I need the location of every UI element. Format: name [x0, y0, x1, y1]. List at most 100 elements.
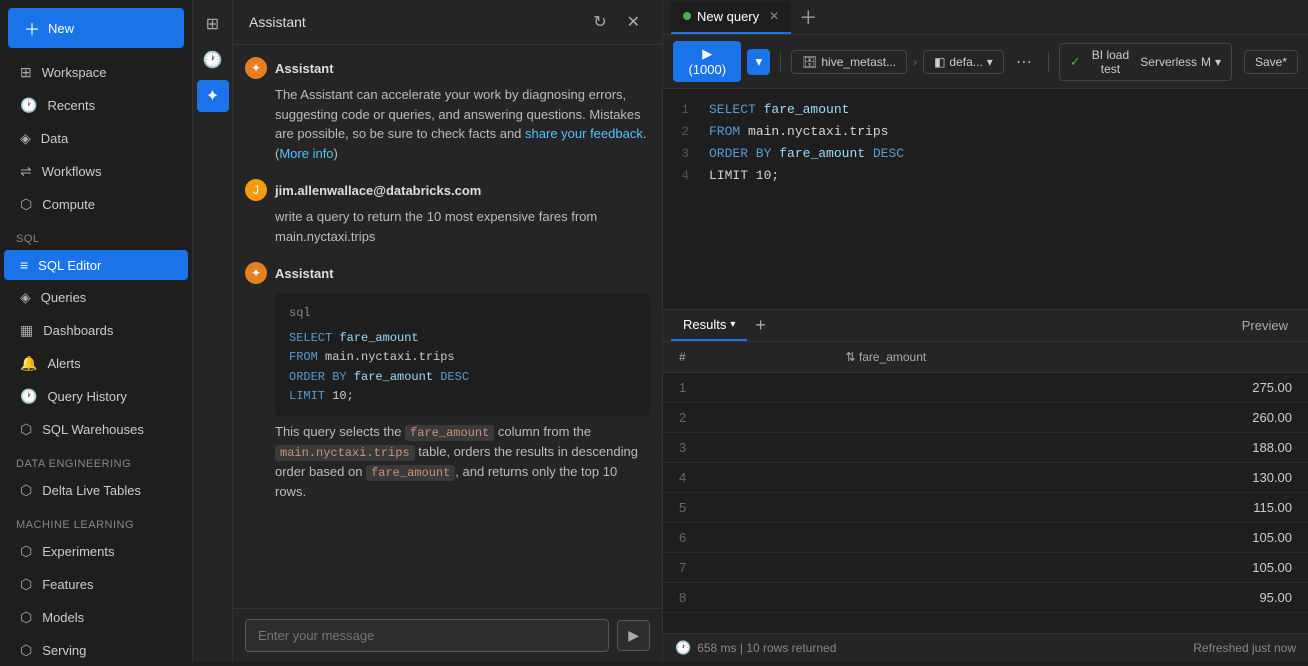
assistant-input-area: ▶ [233, 608, 662, 662]
sidebar-item-models[interactable]: ⬡ Models [4, 602, 188, 633]
code-line-1: SELECT fare_amount [289, 329, 636, 348]
sidebar-item-experiments[interactable]: ⬡ Experiments [4, 536, 188, 567]
share-feedback-link[interactable]: share your feedback [525, 126, 643, 141]
cell-fare-amount: 105.00 [829, 553, 1308, 583]
assistant-send-button[interactable]: ▶ [617, 620, 650, 651]
cluster-check-icon: ✓ [1070, 54, 1081, 70]
schema-chevron-icon: ▾ [987, 55, 993, 69]
footer-refresh: Refreshed just now [1193, 641, 1296, 655]
query-tab-new[interactable]: New query ✕ [671, 1, 791, 34]
assistant-messages: ✦ Assistant The Assistant can accelerate… [233, 45, 662, 608]
results-add-button[interactable]: + [747, 311, 774, 340]
sidebar-item-compute[interactable]: ⬡ Compute [4, 189, 188, 220]
sidebar-item-data[interactable]: ◈ Data [4, 123, 188, 154]
run-button[interactable]: ▶ (1000) [673, 41, 741, 82]
add-tab-button[interactable]: ＋ [791, 0, 825, 34]
assistant-refresh-button[interactable]: ↻ [587, 10, 612, 34]
editor-area[interactable]: 1 2 3 4 SELECT fare_amount FROM main.nyc… [663, 89, 1308, 309]
toolbar-separator-1 [780, 52, 781, 72]
data-icon: ◈ [20, 130, 31, 147]
table-row: 895.00 [663, 583, 1308, 613]
main-panel: New query ✕ ＋ ▶ (1000) ▾ 🗄 hive_metast..… [663, 0, 1308, 662]
sql-editor-icon: ≡ [20, 257, 28, 273]
assistant-close-button[interactable]: ✕ [621, 10, 646, 34]
sidebar-item-queries[interactable]: ◈ Queries [4, 282, 188, 313]
database-selector[interactable]: 🗄 hive_metast... [791, 50, 907, 74]
sidebar-item-delta-live-tables[interactable]: ⬡ Delta Live Tables [4, 475, 188, 506]
cluster-chevron-icon: ▾ [1215, 55, 1221, 69]
cell-row-num: 6 [663, 523, 829, 553]
query-tabs: New query ✕ ＋ [663, 0, 1308, 35]
col-header-num: # [663, 342, 829, 373]
more-options-button[interactable]: ⋯ [1010, 48, 1038, 76]
user-message-text: write a query to return the 10 most expe… [275, 207, 650, 246]
cell-fare-amount: 95.00 [829, 583, 1308, 613]
col-header-fare: ⇅ fare_amount [829, 342, 1308, 373]
sidebar-item-workspace[interactable]: ⊞ Workspace [4, 57, 188, 88]
models-icon: ⬡ [20, 609, 32, 626]
footer-clock-icon: 🕐 [675, 640, 691, 656]
toolbar: ▶ (1000) ▾ 🗄 hive_metast... › ◧ defa... … [663, 35, 1308, 89]
rail-clock-button[interactable]: 🕐 [197, 44, 229, 76]
sidebar-item-dashboards[interactable]: ▦ Dashboards [4, 315, 188, 346]
user-avatar: J [245, 179, 267, 201]
cell-fare-amount: 188.00 [829, 433, 1308, 463]
sidebar-item-features[interactable]: ⬡ Features [4, 569, 188, 600]
line-numbers: 1 2 3 4 [663, 99, 699, 299]
user-message-bubble: J jim.allenwallace@databricks.com write … [245, 179, 650, 246]
code-line-2: FROM main.nyctaxi.trips [289, 348, 636, 367]
schema-selector[interactable]: ◧ defa... ▾ [923, 50, 1004, 74]
table-row: 3188.00 [663, 433, 1308, 463]
rail-assistant-button[interactable]: ✦ [197, 80, 229, 112]
code-content[interactable]: SELECT fare_amount FROM main.nyctaxi.tri… [699, 99, 1308, 299]
alerts-icon: 🔔 [20, 355, 37, 372]
cell-row-num: 7 [663, 553, 829, 583]
run-dropdown-button[interactable]: ▾ [747, 49, 770, 75]
sidebar-item-sql-warehouses[interactable]: ⬡ SQL Warehouses [4, 414, 188, 445]
assistant-header: Assistant ↻ ✕ [233, 0, 662, 45]
cell-row-num: 5 [663, 493, 829, 523]
ml-section-label: Machine Learning [0, 507, 192, 535]
footer-time: 658 ms | 10 rows returned [697, 641, 836, 655]
results-footer: 🕐 658 ms | 10 rows returned Refreshed ju… [663, 633, 1308, 662]
results-tbody: 1275.002260.003188.004130.005115.006105.… [663, 373, 1308, 613]
user-message-header: J jim.allenwallace@databricks.com [245, 179, 650, 201]
recents-icon: 🕐 [20, 97, 37, 114]
workspace-icon: ⊞ [20, 64, 32, 81]
table-header-row: # ⇅ fare_amount [663, 342, 1308, 373]
tab-close-button[interactable]: ✕ [769, 9, 779, 23]
cell-row-num: 2 [663, 403, 829, 433]
results-panel: Results ▾ + Preview # ⇅ fare_amount [663, 309, 1308, 662]
sidebar-item-alerts[interactable]: 🔔 Alerts [4, 348, 188, 379]
results-preview-button[interactable]: Preview [1230, 311, 1300, 340]
results-table: # ⇅ fare_amount 1275.002260.003188.00413… [663, 342, 1308, 633]
path-separator-1: › [913, 55, 917, 69]
editor-line-2: FROM main.nyctaxi.trips [709, 121, 1298, 143]
sidebar-item-recents[interactable]: 🕐 Recents [4, 90, 188, 121]
more-info-link[interactable]: More info [279, 146, 333, 161]
new-button[interactable]: ＋ New [8, 8, 184, 48]
sql-warehouses-icon: ⬡ [20, 421, 32, 438]
cell-fare-amount: 130.00 [829, 463, 1308, 493]
inline-code-3: fare_amount [366, 465, 455, 481]
sidebar-item-workflows[interactable]: ⇌ Workflows [4, 156, 188, 187]
results-tabs: Results ▾ + Preview [663, 310, 1308, 342]
editor-line-4: LIMIT 10; [709, 165, 1298, 187]
save-button[interactable]: Save* [1244, 50, 1298, 74]
assistant-message-input[interactable] [245, 619, 609, 652]
results-tab[interactable]: Results ▾ [671, 310, 747, 341]
sidebar-item-serving[interactable]: ⬡ Serving [4, 635, 188, 666]
assistant-explanation: This query selects the fare_amount colum… [275, 422, 650, 502]
rail-grid-button[interactable]: ⊞ [197, 8, 229, 40]
editor-line-1: SELECT fare_amount [709, 99, 1298, 121]
sidebar-item-sql-editor[interactable]: ≡ SQL Editor [4, 250, 188, 280]
assistant-title: Assistant [249, 14, 306, 30]
sidebar-item-query-history[interactable]: 🕐 Query History [4, 381, 188, 412]
inline-code-1: fare_amount [405, 425, 494, 441]
cell-row-num: 1 [663, 373, 829, 403]
cluster-selector[interactable]: ✓ BI load test Serverless M ▾ [1059, 43, 1232, 81]
cell-row-num: 3 [663, 433, 829, 463]
assistant-intro-header: ✦ Assistant [245, 57, 650, 79]
delta-live-tables-icon: ⬡ [20, 482, 32, 499]
icon-rail: ⊞ 🕐 ✦ [193, 0, 233, 662]
